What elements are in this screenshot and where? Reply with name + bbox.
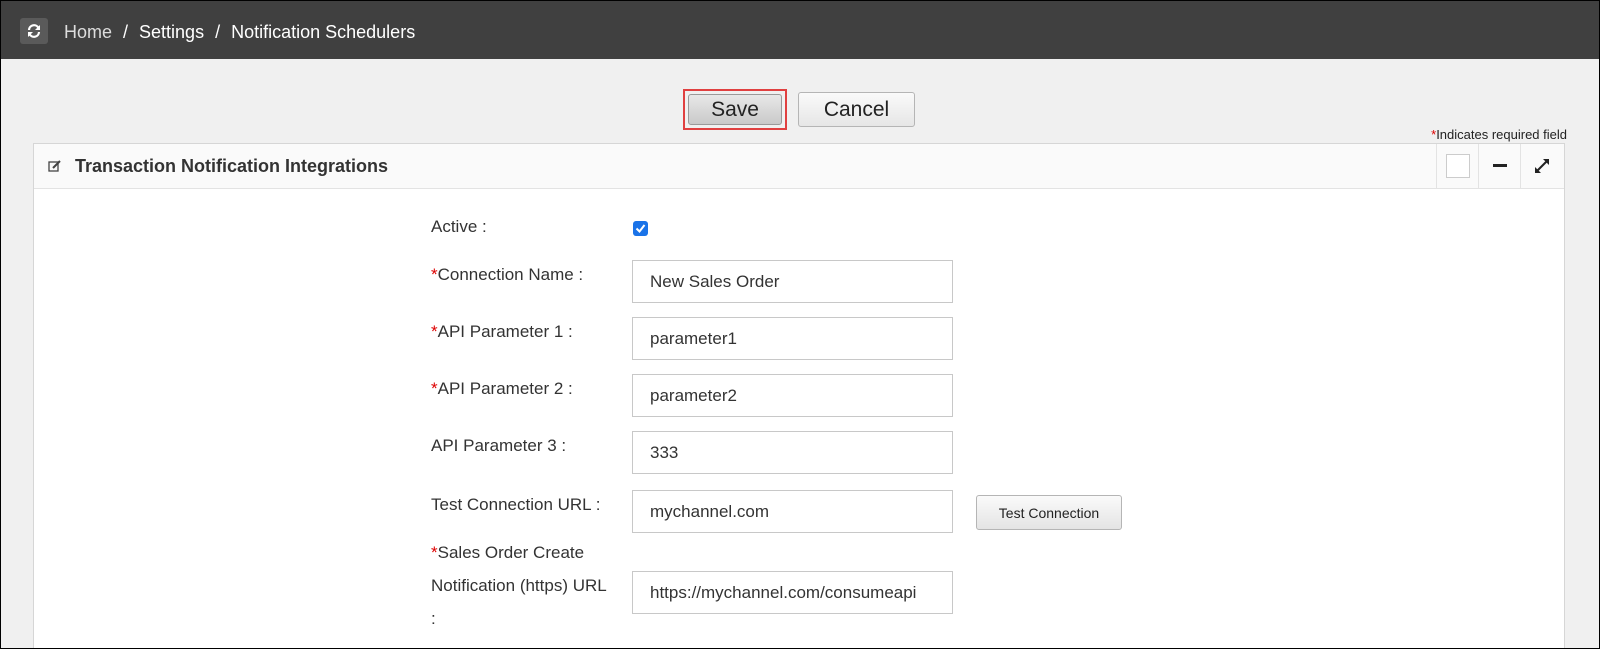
sales-order-url-input[interactable]: https://mychannel.com/consumeapi: [632, 571, 953, 614]
breadcrumb-separator: /: [123, 21, 129, 42]
api-param-3-input[interactable]: 333: [632, 431, 953, 474]
api-param-2-label: *API Parameter 2 :: [431, 373, 573, 405]
api-param-1-label-text: API Parameter 1 :: [437, 322, 573, 341]
breadcrumb-separator: /: [215, 21, 221, 42]
expand-icon: [1534, 159, 1549, 173]
panel-title: Transaction Notification Integrations: [75, 156, 389, 176]
required-field-note: *Indicates required field: [1431, 127, 1567, 142]
required-marker: *: [431, 322, 438, 341]
panel-header: Transaction Notification Integrations: [34, 144, 1564, 189]
sales-order-url-label-text: Sales Order Create: [437, 543, 585, 562]
panel-option-button[interactable]: [1436, 144, 1478, 188]
required-marker: *: [431, 379, 438, 398]
test-connection-button[interactable]: Test Connection: [976, 495, 1122, 530]
sales-order-url-label-line1: *Sales Order Create: [431, 537, 584, 569]
sales-order-url-label-line2: Notification (https) URL: [431, 576, 607, 595]
active-label: Active :: [431, 217, 487, 236]
connection-name-input[interactable]: New Sales Order: [632, 260, 953, 303]
minimize-icon: [1492, 164, 1507, 167]
expand-button[interactable]: [1520, 144, 1562, 188]
refresh-icon: [27, 24, 41, 38]
breadcrumb-settings[interactable]: Settings: [139, 22, 204, 43]
refresh-button[interactable]: [20, 18, 48, 44]
sales-order-url-label-line3: :: [431, 609, 436, 628]
breadcrumb-home[interactable]: Home: [64, 22, 112, 43]
edit-icon: [48, 160, 61, 172]
connection-name-label-text: Connection Name :: [437, 265, 584, 284]
api-param-2-input[interactable]: parameter2: [632, 374, 953, 417]
breadcrumb: Home / Settings / Notification Scheduler…: [64, 1, 415, 63]
test-connection-url-input[interactable]: mychannel.com: [632, 490, 953, 533]
cancel-button[interactable]: Cancel: [798, 92, 915, 127]
api-param-2-label-text: API Parameter 2 :: [437, 379, 573, 398]
minimize-button[interactable]: [1478, 144, 1520, 188]
breadcrumb-current: Notification Schedulers: [231, 21, 416, 42]
save-button[interactable]: Save: [688, 94, 782, 125]
top-bar: Home / Settings / Notification Scheduler…: [1, 1, 1599, 59]
api-param-3-label: API Parameter 3 :: [431, 436, 567, 455]
active-checkbox[interactable]: [633, 221, 648, 236]
required-marker: *: [431, 543, 438, 562]
blank-square-icon: [1445, 154, 1470, 178]
save-button-highlight: Save: [683, 89, 787, 130]
required-note-text: Indicates required field: [1436, 127, 1567, 142]
test-connection-url-label: Test Connection URL :: [431, 495, 601, 514]
connection-name-label: *Connection Name :: [431, 259, 583, 291]
api-param-1-label: *API Parameter 1 :: [431, 316, 573, 348]
api-param-1-input[interactable]: parameter1: [632, 317, 953, 360]
app-window: Home / Settings / Notification Scheduler…: [0, 0, 1600, 649]
checkmark-icon: [635, 224, 646, 234]
required-marker: *: [431, 265, 438, 284]
